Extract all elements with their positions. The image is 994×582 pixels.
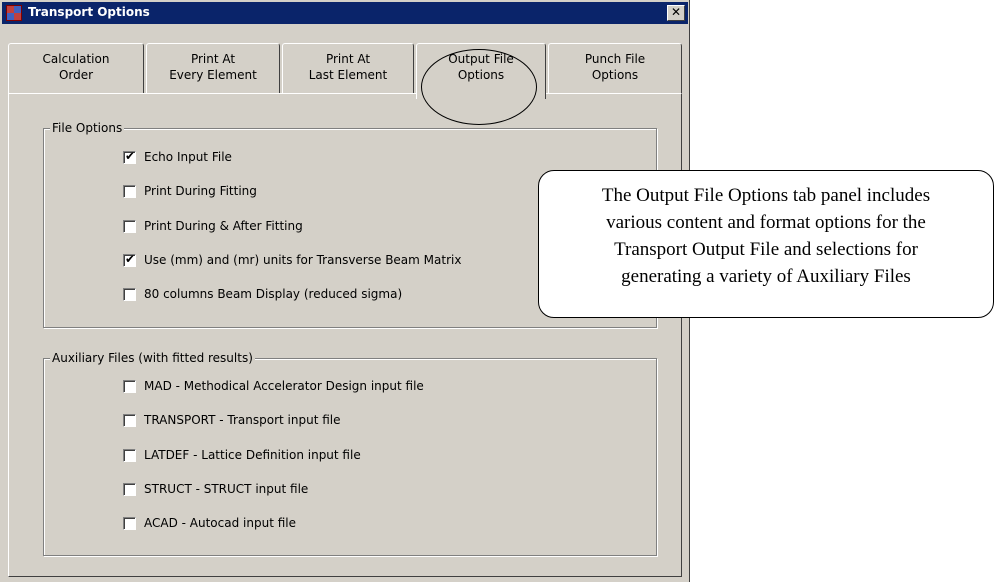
tab-label-line2: Every Element (169, 68, 257, 82)
tab-label-line1: Output File (448, 52, 514, 66)
checkbox-label: TRANSPORT - Transport input file (144, 413, 341, 427)
file-options-label: File Options (50, 121, 125, 135)
checkbox-label: ACAD - Autocad input file (144, 516, 296, 530)
checkbox-label: Echo Input File (144, 150, 232, 164)
tab-label-line1: Punch File (584, 52, 646, 66)
checkbox-use-mm-mr-units[interactable]: ✔ Use (mm) and (mr) units for Transverse… (123, 252, 461, 268)
tab-label-line2: Options (457, 68, 505, 82)
tab-label-line1: Calculation (42, 52, 110, 66)
check-icon: ✔ (125, 251, 136, 266)
close-button[interactable]: ✕ (667, 5, 685, 21)
check-icon: ✔ (125, 148, 136, 163)
tab-print-at-last-element[interactable]: Print At Last Element (282, 43, 414, 93)
checkbox-label: LATDEF - Lattice Definition input file (144, 448, 361, 462)
annotation-callout: The Output File Options tab panel includ… (538, 170, 994, 318)
checkbox-box[interactable] (123, 287, 136, 301)
checkbox-box[interactable] (123, 482, 136, 496)
checkbox-label: Print During & After Fitting (144, 219, 303, 233)
checkbox-box[interactable] (123, 379, 136, 393)
checkbox-print-during-fitting[interactable]: Print During Fitting (123, 183, 257, 199)
tab-output-file-options[interactable]: Output File Options (416, 43, 546, 99)
tab-print-at-every-element[interactable]: Print At Every Element (146, 43, 280, 93)
checkbox-box[interactable] (123, 219, 136, 233)
auxiliary-files-group: Auxiliary Files (with fitted results) MA… (43, 351, 657, 556)
checkbox-struct[interactable]: STRUCT - STRUCT input file (123, 481, 308, 497)
checkbox-label: 80 columns Beam Display (reduced sigma) (144, 287, 403, 301)
checkbox-80-columns-beam-display[interactable]: 80 columns Beam Display (reduced sigma) (123, 286, 402, 302)
title-bar[interactable]: Transport Options ✕ (2, 2, 688, 24)
callout-line: Transport Output File and selections for (614, 239, 918, 260)
checkbox-label: Use (mm) and (mr) units for Transverse B… (144, 253, 462, 267)
checkbox-acad[interactable]: ACAD - Autocad input file (123, 515, 296, 531)
tab-label-line1: Print At (190, 52, 236, 66)
tab-label-line2: Options (591, 68, 639, 82)
checkbox-transport[interactable]: TRANSPORT - Transport input file (123, 412, 341, 428)
auxiliary-files-label: Auxiliary Files (with fitted results) (50, 351, 255, 365)
checkbox-print-during-after-fitting[interactable]: Print During & After Fitting (123, 218, 303, 234)
tab-label-line1: Print At (325, 52, 371, 66)
checkbox-box[interactable]: ✔ (123, 148, 136, 164)
output-file-options-panel: File Options ✔ Echo Input File Print Dur… (8, 93, 682, 577)
close-icon: ✕ (670, 5, 682, 19)
checkbox-box[interactable] (123, 448, 136, 462)
tab-punch-file-options[interactable]: Punch File Options (548, 43, 682, 93)
checkbox-label: STRUCT - STRUCT input file (144, 482, 309, 496)
callout-line: various content and format options for t… (606, 212, 926, 233)
checkbox-box[interactable]: ✔ (123, 251, 136, 267)
checkbox-label: MAD - Methodical Accelerator Design inpu… (144, 379, 424, 393)
callout-line: The Output File Options tab panel includ… (601, 185, 931, 206)
checkbox-label: Print During Fitting (144, 184, 257, 198)
window-title: Transport Options (28, 5, 150, 19)
checkbox-echo-input-file[interactable]: ✔ Echo Input File (123, 149, 232, 165)
tab-calculation-order[interactable]: Calculation Order (8, 43, 144, 93)
checkbox-mad[interactable]: MAD - Methodical Accelerator Design inpu… (123, 378, 424, 394)
checkbox-latdef[interactable]: LATDEF - Lattice Definition input file (123, 447, 361, 463)
checkbox-box[interactable] (123, 413, 136, 427)
app-icon (6, 5, 22, 21)
tab-label-line2: Order (58, 68, 94, 82)
checkbox-box[interactable] (123, 184, 136, 198)
checkbox-box[interactable] (123, 516, 136, 530)
tab-label-line2: Last Element (308, 68, 388, 82)
callout-line: generating a variety of Auxiliary Files (621, 266, 911, 287)
